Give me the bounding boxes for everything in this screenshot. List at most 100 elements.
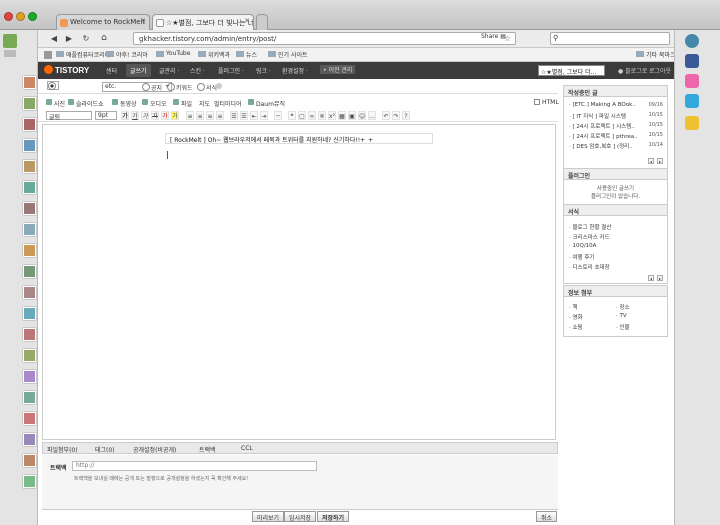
friend-avatar[interactable]	[23, 139, 36, 152]
table-icon[interactable]: ▦	[338, 111, 346, 120]
audio-button[interactable]: 오디오	[142, 99, 167, 108]
highlight-button[interactable]: 가	[171, 111, 179, 120]
friend-avatar[interactable]	[23, 202, 36, 215]
menu-link[interactable]: 링크 ·	[256, 66, 271, 75]
help-icon[interactable]: ?	[402, 111, 410, 120]
friend-avatar[interactable]	[23, 181, 36, 194]
quote-icon[interactable]: ❝	[288, 111, 296, 120]
user-avatar[interactable]	[3, 34, 17, 48]
tab-attachments[interactable]: 파일첨부(0)	[47, 445, 78, 454]
facebook-icon[interactable]	[685, 54, 699, 68]
bookmark-item[interactable]: 뉴스	[236, 50, 257, 59]
bookmark-page-icon[interactable]	[44, 51, 52, 59]
temp-save-button[interactable]: 임시저장	[284, 511, 317, 522]
mode-template-radio[interactable]: 서식	[197, 83, 217, 92]
next-page-icon[interactable]: ▸	[657, 275, 663, 281]
bookmark-item[interactable]: 야후! 코리아	[106, 50, 148, 59]
editor-body[interactable]	[42, 124, 556, 440]
redo-icon[interactable]: ↷	[392, 111, 400, 120]
friend-avatar[interactable]	[23, 433, 36, 446]
go-to-blog-link[interactable]: ● 블로그로	[618, 66, 647, 75]
info-movie[interactable]: · 영화	[569, 313, 583, 321]
template-item[interactable]: · 크리스마스 카드	[569, 233, 610, 241]
new-tab-button[interactable]	[256, 14, 268, 30]
friend-avatar[interactable]	[23, 223, 36, 236]
tab-visibility[interactable]: 공개설정(비공개)	[133, 445, 176, 454]
friend-avatar[interactable]	[23, 370, 36, 383]
template-item[interactable]: · 디스토리 초대장	[569, 263, 610, 271]
number-list-icon[interactable]: ☰	[240, 111, 248, 120]
info-shopping[interactable]: · 쇼핑	[569, 323, 583, 331]
friend-avatar[interactable]	[23, 160, 36, 173]
forward-icon[interactable]: ▶	[63, 33, 75, 44]
map-button[interactable]: 지도	[199, 99, 210, 108]
justify-icon[interactable]: ≡	[216, 111, 224, 120]
zoom-window-icon[interactable]	[28, 12, 37, 21]
bookmark-item[interactable]: 위키백과	[198, 50, 230, 59]
info-book[interactable]: · 책	[569, 303, 578, 311]
slideshow-button[interactable]: 슬라이드쇼	[68, 99, 104, 108]
home-icon[interactable]: ⌂	[98, 33, 110, 44]
menu-posts[interactable]: 글관리 ·	[159, 66, 179, 75]
minimize-window-icon[interactable]	[16, 12, 25, 21]
indent-icon[interactable]: ⇥	[260, 111, 268, 120]
link-icon[interactable]: ∞	[308, 111, 316, 120]
friend-avatar[interactable]	[23, 475, 36, 488]
html-checkbox[interactable]	[534, 99, 540, 105]
box-icon[interactable]: ▢	[298, 111, 306, 120]
draft-item[interactable]: · [ETC.] Making A BOok..	[569, 102, 636, 108]
draft-item[interactable]: · [ DES 암호,복호 ] (정리..	[569, 142, 633, 150]
menu-plugin[interactable]: 플러그인 ·	[218, 66, 244, 75]
friend-avatar[interactable]	[23, 244, 36, 257]
back-icon[interactable]: ◀	[48, 33, 60, 44]
photo-button[interactable]: 사진	[46, 99, 65, 108]
post-title-input[interactable]: [ RockMelt ] Oh~ 웹브라우저에서 페북과 트위터를 지원하네? …	[165, 133, 433, 144]
strike-button[interactable]: 가	[151, 111, 159, 120]
friend-avatar[interactable]	[23, 454, 36, 467]
friend-avatar[interactable]	[23, 328, 36, 341]
video-button[interactable]: 동영상	[112, 99, 137, 108]
search-input[interactable]: ⚲	[550, 32, 670, 45]
italic-button[interactable]: 가	[141, 111, 149, 120]
tab-tistory-post[interactable]: ☆★별점, 그보다 더 빛나는 너의 ... ✕	[152, 14, 254, 30]
cancel-button[interactable]: 취소	[536, 511, 558, 522]
tab-rockmelt[interactable]: Welcome to RockMelt ✕	[56, 14, 150, 30]
friend-avatar[interactable]	[23, 97, 36, 110]
friend-avatar[interactable]	[23, 391, 36, 404]
image-icon[interactable]: ▣	[348, 111, 356, 120]
underline-button[interactable]: 가	[131, 111, 139, 120]
daum-music-button[interactable]: Daum뮤직	[248, 99, 285, 108]
add-feed-icon[interactable]	[685, 116, 699, 130]
mode-notice-radio[interactable]: 공지	[142, 83, 162, 92]
text-color-button[interactable]: 가	[161, 111, 169, 120]
draft-item[interactable]: · [ 24시 프로젝트 ] pthrea..	[569, 132, 638, 140]
bookmark-item[interactable]: YouTube	[156, 50, 190, 57]
align-right-icon[interactable]: ≡	[206, 111, 214, 120]
special-char-icon[interactable]: ※	[318, 111, 326, 120]
twitter-icon[interactable]	[685, 94, 699, 108]
info-person[interactable]: · 인물	[616, 323, 630, 331]
multimedia-button[interactable]: 멀티미디어	[214, 99, 242, 108]
template-item[interactable]: · 여행 후기	[569, 253, 595, 261]
align-center-icon[interactable]: ≡	[196, 111, 204, 120]
info-place[interactable]: · 장소	[616, 303, 630, 311]
bookmark-item[interactable]: 인기 사이트	[268, 50, 308, 59]
mode-post-radio[interactable]: 글	[47, 81, 59, 91]
outdent-icon[interactable]: ⇤	[250, 111, 258, 120]
menu-old-admin[interactable]: • 이전 관리	[320, 65, 356, 74]
help-icon[interactable]	[216, 83, 222, 89]
draft-item[interactable]: · [ IT 지식 ] 파일 시스템	[569, 112, 626, 120]
template-item[interactable]: · 10Q/10A	[569, 243, 596, 249]
friend-avatar[interactable]	[23, 118, 36, 131]
friend-avatar[interactable]	[23, 76, 36, 89]
save-button[interactable]: 저장하기	[317, 511, 350, 522]
menu-settings[interactable]: 환경설정 ·	[282, 66, 308, 75]
tab-trackback[interactable]: 트랙백	[199, 445, 216, 454]
prev-page-icon[interactable]: ◂	[648, 158, 654, 164]
tab-ccl[interactable]: CCL	[241, 445, 253, 452]
address-bar[interactable]: gkhacker.tistory.com/admin/entry/post/ ☆	[133, 32, 516, 45]
align-left-icon[interactable]: ≡	[186, 111, 194, 120]
undo-icon[interactable]: ↶	[382, 111, 390, 120]
friend-avatar[interactable]	[23, 286, 36, 299]
mode-keyword-radio[interactable]: 키워드	[167, 83, 193, 92]
